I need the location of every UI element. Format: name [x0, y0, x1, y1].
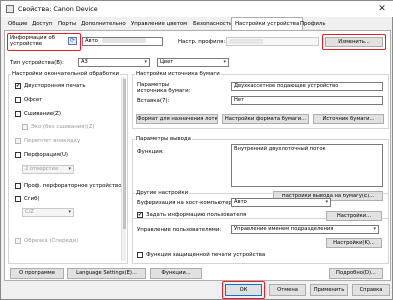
set-user-label: Задать информацию пользователя — [146, 212, 247, 218]
eco-staple-label: Эко (без сшивания)(Z) — [31, 124, 95, 130]
saddle-checkbox[interactable] — [15, 138, 21, 144]
chevron-down-icon: ▾ — [325, 199, 328, 205]
format-name-button[interactable]: Формат для назначения лотка... — [136, 114, 218, 124]
tab-profile[interactable]: Профиль — [297, 19, 329, 30]
tab-security[interactable]: Безопасность — [190, 19, 235, 30]
punch-select[interactable]: 2 отверстия ▾ — [22, 165, 74, 174]
user-mgmt-value: Управление именем подразделения — [234, 226, 334, 232]
paper-source-title: Настройки источника бумаги — [135, 71, 221, 77]
printer-icon — [6, 5, 14, 13]
secure-print-label: Функция защищенной печати устройства — [146, 252, 266, 258]
prof-punch-checkbox[interactable] — [15, 183, 21, 189]
redacted-value — [102, 38, 147, 43]
color-select[interactable]: Цвет ▾ — [157, 58, 229, 67]
refresh-icon[interactable]: ⟳ — [68, 37, 77, 45]
function-label: Функция: — [137, 149, 164, 155]
change-button[interactable]: Изменить... — [325, 37, 383, 47]
offset-checkbox[interactable] — [15, 97, 21, 103]
ok-button[interactable]: ОК — [225, 284, 262, 296]
title-bar: Свойства: Canon Device ✕ — [1, 1, 393, 17]
fold-select[interactable]: C/Z ▾ — [22, 208, 74, 217]
device-type-label: Тип устройства(В): — [10, 60, 64, 66]
chevron-down-icon: ▾ — [373, 226, 376, 232]
duplex-label: Двусторонняя печать — [24, 83, 86, 89]
secure-print-checkbox[interactable] — [137, 252, 143, 258]
prof-punch-label: Проф. перфораторное устройство — [24, 183, 122, 189]
saddle-label: Переплет внакидку — [24, 138, 81, 144]
cancel-button[interactable]: Отмена — [269, 284, 306, 296]
device-settings-panel: Информация об устройстве ⟳ Авто Настр. п… — [4, 30, 391, 281]
device-info-label: Информация об устройстве — [10, 35, 56, 47]
user-mgmt-settings-button[interactable]: Настройки(K)... — [326, 238, 382, 248]
duplex-checkbox[interactable]: ✔ — [15, 83, 21, 89]
close-icon[interactable]: ✕ — [373, 2, 391, 16]
spool-value: Авто — [234, 199, 247, 205]
tab-sharing[interactable]: Доступ — [29, 19, 55, 30]
chevron-down-icon: ▾ — [223, 59, 226, 65]
paper-source-button[interactable]: Источник бумаги... — [313, 114, 384, 124]
source-field[interactable]: Двухкассетное подающее устройство — [231, 82, 383, 91]
tab-general[interactable]: Общие — [5, 19, 30, 30]
details-button[interactable]: Подробно(D)... — [329, 268, 383, 279]
user-mgmt-select[interactable]: Управление именем подразделения ▾ — [231, 225, 379, 234]
punch-value: 2 отверстия — [25, 166, 59, 172]
tab-ports[interactable]: Порты — [55, 19, 79, 30]
window-title: Свойства: Canon Device — [18, 5, 98, 13]
staple-label: Сшивание(Z) — [24, 111, 61, 117]
tab-device-settings[interactable]: Настройки устройства — [231, 17, 304, 30]
eco-staple-checkbox[interactable] — [22, 124, 28, 130]
device-info-field[interactable]: Авто — [82, 37, 163, 46]
chevron-down-icon: ▾ — [144, 59, 147, 65]
device-type-value: A3 — [81, 59, 88, 65]
offset-label: Офсет — [24, 97, 43, 103]
chevron-down-icon: ▾ — [68, 166, 71, 172]
apply-button[interactable]: Применить — [310, 284, 348, 296]
device-type-select[interactable]: A3 ▾ — [78, 58, 150, 67]
scroll-thumb[interactable] — [123, 79, 126, 229]
chevron-down-icon: ▾ — [68, 209, 71, 215]
help-button[interactable]: Справка — [352, 284, 390, 296]
properties-window: Свойства: Canon Device ✕ Общие Доступ По… — [0, 0, 393, 300]
auto-value: Авто — [85, 38, 98, 44]
finishing-title: Настройки окончательной обработки — [11, 71, 121, 77]
function-field[interactable]: Внутренний двухлоточный поток — [231, 144, 383, 187]
profile-settings-label: Настр. профиля: — [178, 39, 226, 45]
set-user-checkbox[interactable]: ✔ — [137, 212, 143, 218]
source-label: Параметры источника бумаги: — [137, 82, 191, 94]
spool-label: Буферизация на хост-компьютере: — [137, 200, 237, 206]
tab-advanced[interactable]: Дополнительно — [78, 19, 129, 30]
paper-format-button[interactable]: Настройки формата бумаги... — [222, 114, 309, 124]
tab-strip: Общие Доступ Порты Дополнительно Управле… — [4, 17, 390, 30]
finishing-scrollbar[interactable] — [121, 77, 126, 261]
tab-color-management[interactable]: Управление цветом — [128, 19, 190, 30]
user-settings-button[interactable]: Настройки... — [326, 211, 382, 221]
insert-label: Вставка(7): — [137, 98, 170, 104]
fold-value: C/Z — [25, 209, 34, 215]
punch-checkbox[interactable] — [15, 152, 21, 158]
fold-checkbox[interactable] — [15, 196, 21, 202]
fold-label: Сгиб( — [24, 196, 40, 202]
about-button[interactable]: О программе — [10, 268, 64, 279]
insert-field[interactable]: Нет — [231, 96, 383, 105]
output-title: Параметры вывода — [135, 136, 192, 142]
trim-checkbox[interactable] — [15, 238, 21, 244]
user-mgmt-label: Управление пользователями: — [137, 227, 222, 233]
color-value: Цвет — [160, 59, 174, 65]
language-settings-button[interactable]: Language Settings(E)... — [67, 268, 146, 279]
function-button[interactable]: Функции... — [150, 268, 202, 279]
punch-label: Перфорация(U) — [24, 152, 68, 158]
profile-field[interactable] — [226, 37, 319, 46]
other-title: Другие настройки — [135, 190, 190, 196]
redacted-profile — [229, 39, 263, 44]
spool-select[interactable]: Авто ▾ — [231, 198, 331, 207]
trim-label: Обрезка (Спереди) — [24, 238, 79, 244]
staple-checkbox[interactable] — [15, 111, 21, 117]
